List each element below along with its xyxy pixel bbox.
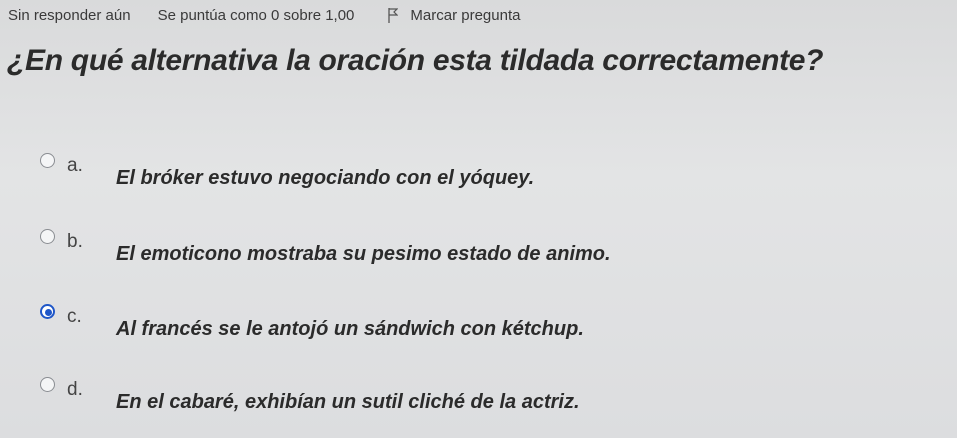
option-b[interactable]: b. El emoticono mostraba su pesimo estad…	[40, 229, 920, 269]
answer-status: Sin responder aún	[8, 6, 131, 24]
option-d-radio[interactable]	[40, 377, 55, 392]
question-info-bar: Sin responder aún Se puntúa como 0 sobre…	[0, 4, 520, 26]
option-a-text[interactable]: El bróker estuvo negociando con el yóque…	[116, 167, 534, 190]
option-c-letter: c.	[67, 306, 82, 327]
grade-info: Se puntúa como 0 sobre 1,00	[157, 6, 355, 24]
quiz-page: Sin responder aún Se puntúa como 0 sobre…	[0, 0, 957, 438]
option-b-radio[interactable]	[40, 229, 55, 244]
flag-question-button[interactable]: Marcar pregunta	[388, 7, 520, 24]
option-b-text[interactable]: El emoticono mostraba su pesimo estado d…	[116, 243, 611, 266]
flag-label: Marcar pregunta	[410, 6, 521, 24]
option-a[interactable]: a. El bróker estuvo negociando con el yó…	[40, 153, 920, 193]
option-c-radio[interactable]	[40, 304, 55, 319]
option-c-text[interactable]: Al francés se le antojó un sándwich con …	[116, 318, 584, 341]
option-d[interactable]: d. En el cabaré, exhibían un sutil clich…	[40, 377, 920, 417]
question-text: ¿En qué alternativa la oración esta tild…	[7, 44, 824, 77]
option-a-radio[interactable]	[40, 153, 55, 168]
option-a-letter: a.	[67, 155, 83, 176]
option-d-letter: d.	[67, 379, 83, 400]
option-c[interactable]: c. Al francés se le antojó un sándwich c…	[40, 304, 920, 344]
option-d-text[interactable]: En el cabaré, exhibían un sutil cliché d…	[116, 391, 580, 414]
flag-icon	[388, 7, 399, 23]
option-b-letter: b.	[67, 231, 83, 252]
